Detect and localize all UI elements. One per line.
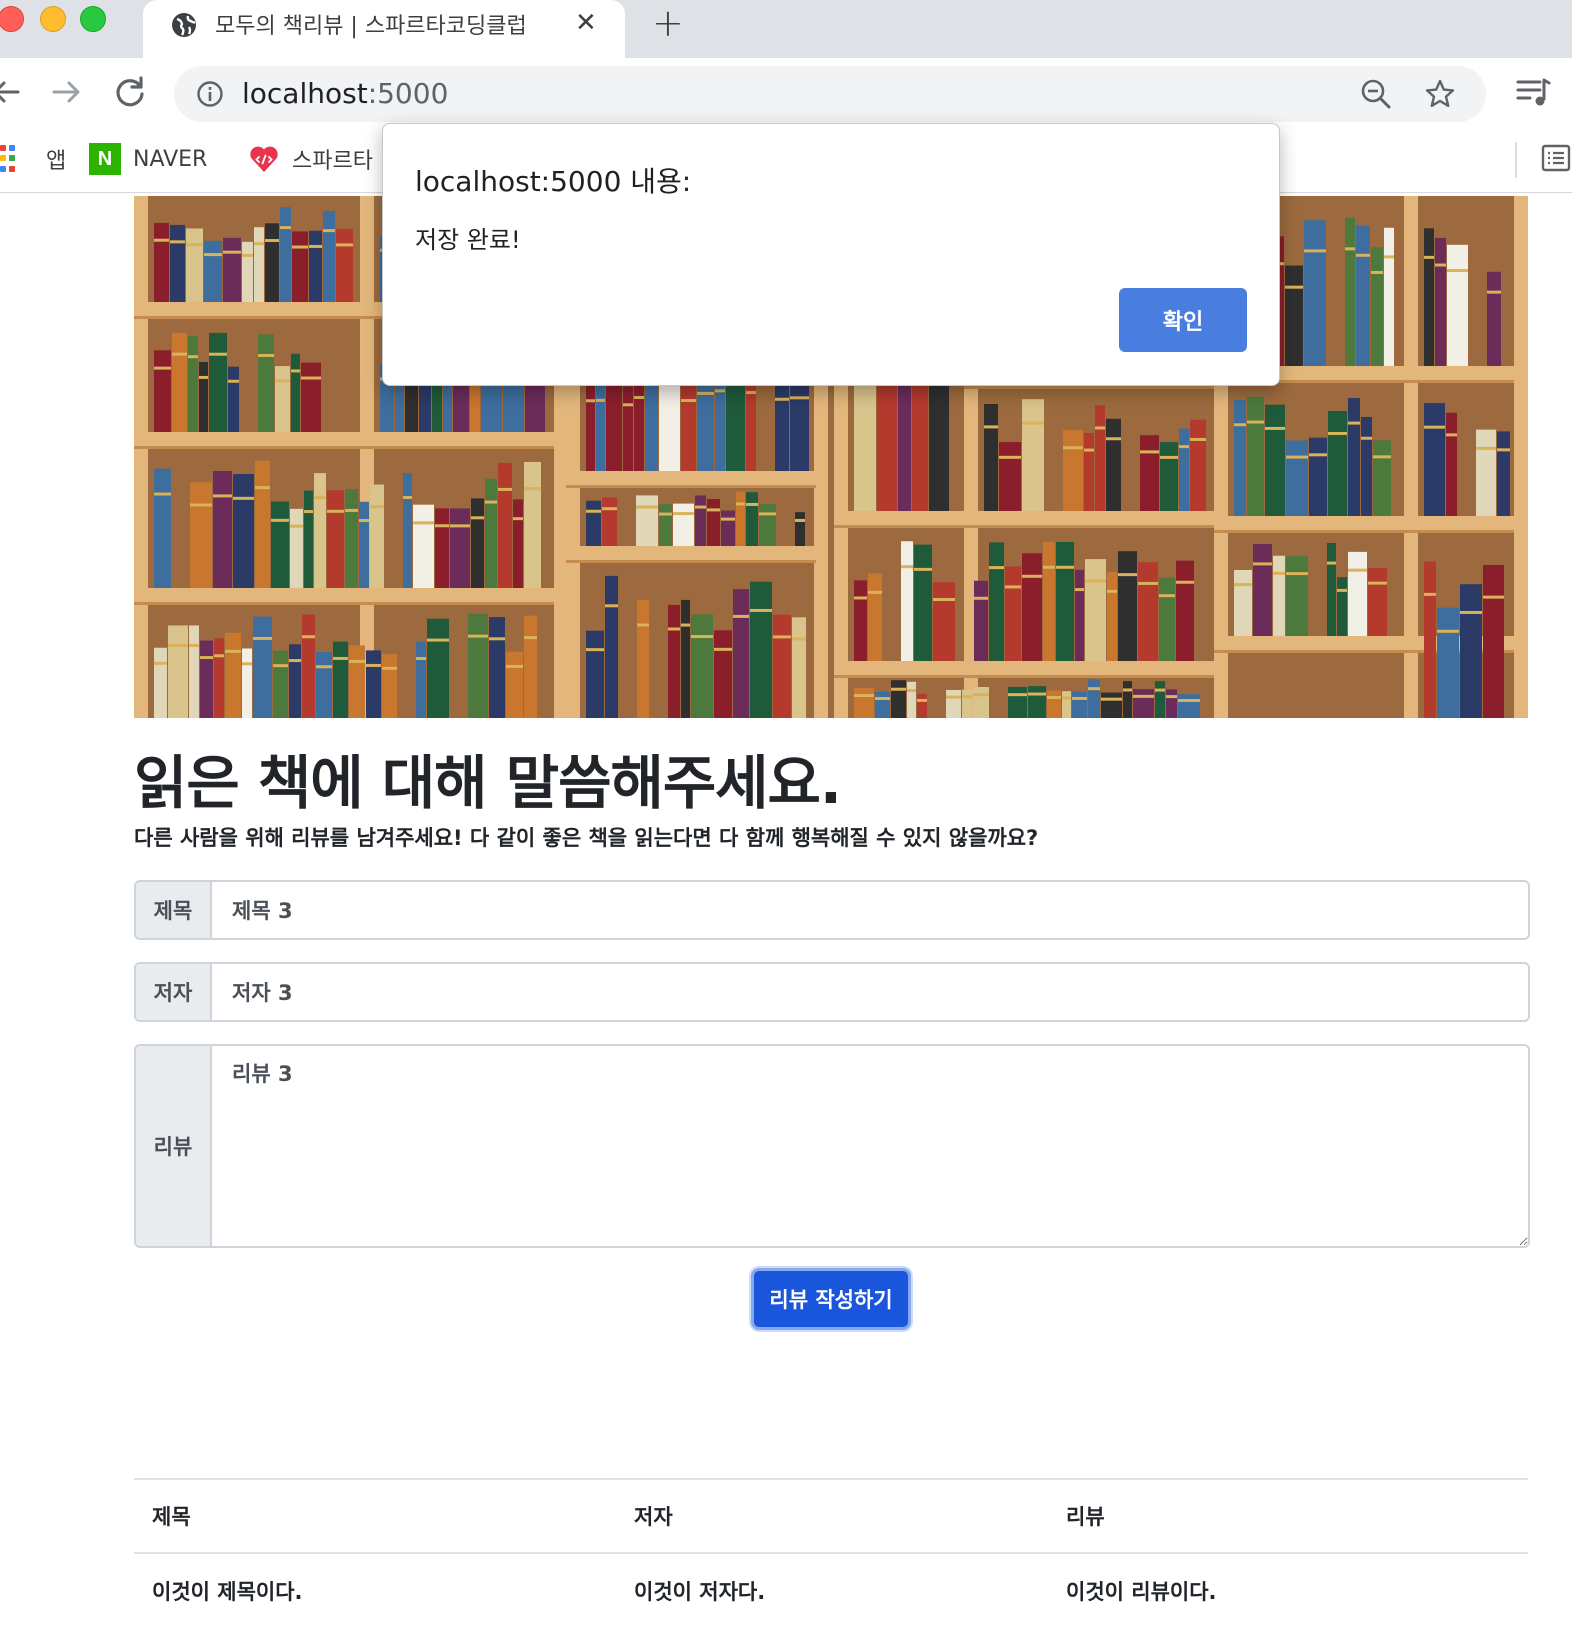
title-input[interactable] bbox=[212, 882, 1528, 938]
forward-icon[interactable] bbox=[46, 72, 86, 112]
dialog-ok-button[interactable]: 확인 bbox=[1119, 288, 1247, 352]
author-field-group: 저자 bbox=[134, 962, 1530, 1022]
cell-review: 이것이 리뷰이다. bbox=[1066, 1579, 1217, 1604]
reload-icon[interactable] bbox=[110, 72, 150, 112]
alert-dialog: localhost:5000 내용: 저장 완료! 확인 bbox=[382, 123, 1280, 386]
close-tab-icon[interactable]: ✕ bbox=[575, 10, 597, 36]
apps-grid-icon bbox=[0, 145, 18, 173]
media-queue-icon[interactable] bbox=[1514, 74, 1552, 112]
table-row: 이것이 제목이다. 이것이 저자다. 이것이 리뷰이다. bbox=[134, 1553, 1528, 1627]
browser-tab-strip: 모두의 책리뷰 | 스파르타코딩클럽 ✕ + bbox=[0, 0, 1572, 58]
review-textarea[interactable]: 리뷰 3 bbox=[212, 1046, 1528, 1246]
title-label: 제목 bbox=[136, 882, 212, 938]
browser-toolbar: localhost:5000 bbox=[0, 58, 1572, 128]
bookmark-star-icon[interactable] bbox=[1424, 78, 1456, 110]
bookmark-sparta-label: 스파르타 bbox=[292, 149, 373, 174]
bookmark-naver[interactable]: N NAVER bbox=[89, 142, 207, 176]
tab-title: 모두의 책리뷰 | 스파르타코딩클럽 bbox=[215, 14, 527, 39]
url-text: localhost:5000 bbox=[242, 77, 448, 110]
review-label: 리뷰 bbox=[136, 1046, 212, 1246]
url-port: :5000 bbox=[367, 77, 449, 110]
window-zoom-button[interactable] bbox=[80, 6, 106, 32]
bookmark-naver-label: NAVER bbox=[133, 146, 208, 172]
new-tab-button[interactable]: + bbox=[652, 4, 684, 42]
bookmark-apps[interactable]: 앱 bbox=[0, 142, 66, 176]
author-label: 저자 bbox=[136, 964, 212, 1020]
address-bar[interactable]: localhost:5000 bbox=[174, 66, 1486, 122]
column-header-title: 제목 bbox=[152, 1505, 191, 1529]
globe-icon bbox=[172, 13, 196, 37]
page-subtitle: 다른 사람을 위해 리뷰를 남겨주세요! 다 같이 좋은 책을 읽는다면 다 함… bbox=[134, 826, 1039, 850]
reading-list-icon[interactable] bbox=[1540, 142, 1572, 174]
cell-title: 이것이 제목이다. bbox=[152, 1579, 303, 1604]
bookmarks-divider bbox=[1515, 142, 1517, 178]
column-header-review: 리뷰 bbox=[1066, 1505, 1105, 1529]
title-field-group: 제목 bbox=[134, 880, 1530, 940]
submit-review-button[interactable]: 리뷰 작성하기 bbox=[751, 1268, 911, 1330]
reviews-table: 제목 저자 리뷰 이것이 제목이다. 이것이 저자다. 이것이 리뷰이다. bbox=[134, 1478, 1528, 1627]
column-header-author: 저자 bbox=[634, 1505, 673, 1529]
author-input[interactable] bbox=[212, 964, 1528, 1020]
dialog-message: 저장 완료! bbox=[415, 226, 521, 254]
info-icon[interactable] bbox=[196, 80, 224, 108]
page-title: 읽은 책에 대해 말씀해주세요. bbox=[134, 749, 842, 817]
browser-tab-active[interactable]: 모두의 책리뷰 | 스파르타코딩클럽 ✕ bbox=[143, 0, 625, 58]
back-icon[interactable] bbox=[0, 72, 28, 112]
window-close-button[interactable] bbox=[0, 6, 24, 32]
bookmark-sparta[interactable]: 스파르타 bbox=[248, 142, 373, 176]
review-field-group: 리뷰 리뷰 3 bbox=[134, 1044, 1530, 1248]
cell-author: 이것이 저자다. bbox=[634, 1579, 766, 1604]
dialog-title: localhost:5000 내용: bbox=[415, 165, 692, 198]
bookmark-apps-label: 앱 bbox=[46, 149, 67, 174]
naver-icon: N bbox=[89, 143, 121, 175]
window-minimize-button[interactable] bbox=[40, 6, 66, 32]
table-header-row: 제목 저자 리뷰 bbox=[134, 1479, 1528, 1553]
sparta-icon bbox=[250, 146, 278, 172]
url-host: localhost bbox=[242, 77, 368, 110]
zoom-out-icon[interactable] bbox=[1360, 78, 1392, 110]
